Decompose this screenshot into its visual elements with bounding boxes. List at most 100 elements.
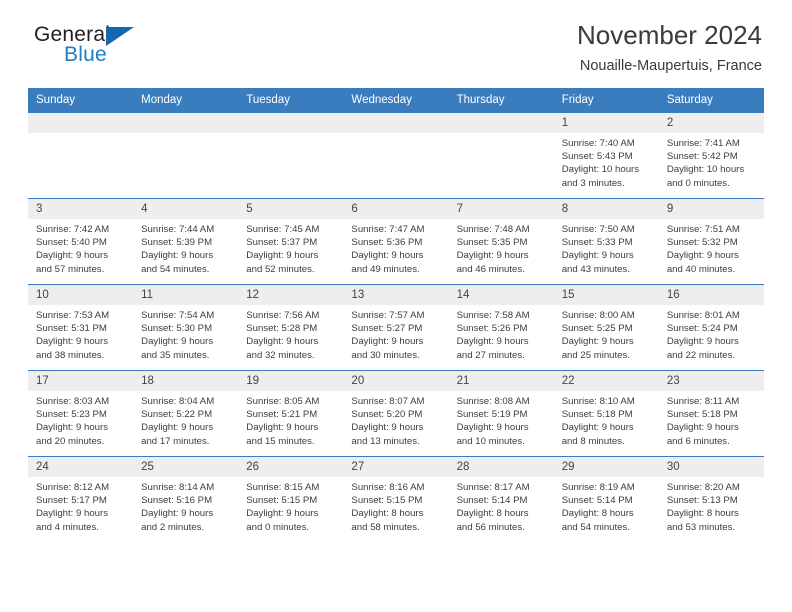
day-number — [448, 113, 554, 133]
day-number: 13 — [343, 285, 449, 305]
sunrise-text: Sunrise: 8:00 AM — [561, 310, 635, 321]
daylight-text-line1: Daylight: 9 hours — [36, 336, 108, 348]
calendar-day-cell[interactable]: 13 Sunrise: 7:57 AM Sunset: 5:27 PM Dayligh… — [343, 284, 449, 371]
day-sun-info: Sunrise: 7:47 AM Sunset: 5:36 PM Daylight:… — [343, 219, 448, 276]
sunset-text: Sunset: 5:43 PM — [561, 151, 633, 163]
calendar-day-cell[interactable]: 29 Sunrise: 8:19 AM Sunset: 5:14 PM Dayligh… — [553, 456, 659, 542]
daylight-text-line1: Daylight: 9 hours — [561, 336, 634, 348]
daylight-text-line2: and 10 minutes. — [456, 435, 525, 447]
general-blue-logo[interactable]: General Blue — [28, 22, 148, 74]
calendar-day-cell[interactable]: 22 Sunrise: 8:10 AM Sunset: 5:18 PM Dayligh… — [553, 370, 659, 457]
calendar-day-cell[interactable]: 24 Sunrise: 8:12 AM Sunset: 5:17 PM Dayligh… — [28, 456, 134, 542]
sunset-text: Sunset: 5:30 PM — [141, 323, 213, 335]
sunset-text: Sunset: 5:35 PM — [456, 237, 528, 249]
calendar-day-cell[interactable]: 20 Sunrise: 8:07 AM Sunset: 5:20 PM Dayligh… — [343, 370, 449, 457]
calendar-day-cell[interactable]: 25 Sunrise: 8:14 AM Sunset: 5:16 PM Dayligh… — [133, 456, 239, 542]
sunrise-text: Sunrise: 7:51 AM — [666, 224, 740, 235]
calendar-day-cell[interactable]: 16 Sunrise: 8:01 AM Sunset: 5:24 PM Dayligh… — [658, 284, 764, 371]
calendar-day-cell[interactable]: 5 Sunrise: 7:45 AM Sunset: 5:37 PM Daylight… — [238, 198, 344, 285]
day-sun-info: Sunrise: 8:01 AM Sunset: 5:24 PM Daylight:… — [659, 305, 764, 362]
calendar-day-cell[interactable]: 1 Sunrise: 7:40 AM Sunset: 5:43 PM Daylight… — [553, 112, 659, 199]
day-number: 9 — [658, 199, 764, 219]
sunrise-text: Sunrise: 7:53 AM — [36, 310, 110, 321]
sunrise-text: Sunrise: 8:14 AM — [141, 482, 215, 493]
calendar-day-cell[interactable]: 6 Sunrise: 7:47 AM Sunset: 5:36 PM Daylight… — [343, 198, 449, 285]
sunrise-text: Sunrise: 8:20 AM — [666, 482, 740, 493]
daylight-text-line1: Daylight: 8 hours — [351, 508, 424, 520]
day-sun-info: Sunrise: 7:48 AM Sunset: 5:35 PM Daylight:… — [449, 219, 554, 276]
calendar-day-cell[interactable]: 7 Sunrise: 7:48 AM Sunset: 5:35 PM Daylight… — [448, 198, 554, 285]
calendar-week-row: 10 Sunrise: 7:53 AM Sunset: 5:31 PM Dayligh… — [28, 284, 764, 371]
sunset-text: Sunset: 5:25 PM — [561, 323, 633, 335]
daylight-text-line1: Daylight: 10 hours — [561, 164, 640, 176]
day-sun-info: Sunrise: 8:03 AM Sunset: 5:23 PM Daylight:… — [28, 391, 133, 448]
calendar-day-cell[interactable]: 26 Sunrise: 8:15 AM Sunset: 5:15 PM Dayligh… — [238, 456, 344, 542]
sunset-text: Sunset: 5:20 PM — [351, 409, 423, 421]
sunrise-text: Sunrise: 7:45 AM — [246, 224, 320, 235]
calendar-day-cell[interactable]: 8 Sunrise: 7:50 AM Sunset: 5:33 PM Daylight… — [553, 198, 659, 285]
sunrise-text: Sunrise: 7:57 AM — [351, 310, 425, 321]
sunset-text: Sunset: 5:32 PM — [666, 237, 738, 249]
sunset-text: Sunset: 5:19 PM — [456, 409, 528, 421]
calendar-day-cell[interactable]: 18 Sunrise: 8:04 AM Sunset: 5:22 PM Dayligh… — [133, 370, 239, 457]
daylight-text-line1: Daylight: 9 hours — [351, 250, 424, 262]
daylight-text-line2: and 54 minutes. — [561, 521, 630, 533]
day-number: 26 — [238, 457, 344, 477]
weekday-header-tuesday: Tuesday — [238, 88, 344, 113]
daylight-text-line1: Daylight: 9 hours — [666, 336, 739, 348]
calendar-day-cell[interactable]: 3 Sunrise: 7:42 AM Sunset: 5:40 PM Daylight… — [28, 198, 134, 285]
day-number: 23 — [658, 371, 764, 391]
calendar-day-cell[interactable]: 2 Sunrise: 7:41 AM Sunset: 5:42 PM Daylight… — [658, 112, 764, 199]
daylight-text-line1: Daylight: 9 hours — [36, 250, 108, 262]
daylight-text-line2: and 56 minutes. — [456, 521, 525, 533]
calendar-day-cell[interactable]: 10 Sunrise: 7:53 AM Sunset: 5:31 PM Dayligh… — [28, 284, 134, 371]
daylight-text-line1: Daylight: 9 hours — [456, 250, 529, 262]
calendar-day-cell[interactable]: 4 Sunrise: 7:44 AM Sunset: 5:39 PM Daylight… — [133, 198, 239, 285]
page-title: November 2024 — [577, 20, 762, 50]
day-sun-info: Sunrise: 7:44 AM Sunset: 5:39 PM Daylight:… — [133, 219, 238, 276]
calendar-day-cell[interactable]: 12 Sunrise: 7:56 AM Sunset: 5:28 PM Dayligh… — [238, 284, 344, 371]
sunrise-text: Sunrise: 7:48 AM — [456, 224, 530, 235]
daylight-text-line1: Daylight: 8 hours — [666, 508, 739, 520]
sunrise-text: Sunrise: 8:16 AM — [351, 482, 425, 493]
calendar-day-cell[interactable]: 17 Sunrise: 8:03 AM Sunset: 5:23 PM Dayligh… — [28, 370, 134, 457]
sunset-text: Sunset: 5:36 PM — [351, 237, 423, 249]
day-sun-info: Sunrise: 7:45 AM Sunset: 5:37 PM Daylight:… — [238, 219, 343, 276]
calendar-day-cell[interactable]: 21 Sunrise: 8:08 AM Sunset: 5:19 PM Dayligh… — [448, 370, 554, 457]
calendar-day-cell-empty — [28, 112, 134, 199]
calendar-day-cell-empty — [238, 112, 344, 199]
sunrise-text: Sunrise: 8:15 AM — [246, 482, 320, 493]
daylight-text-line2: and 57 minutes. — [36, 263, 105, 275]
day-number: 4 — [133, 199, 239, 219]
day-number: 7 — [448, 199, 554, 219]
day-sun-info: Sunrise: 8:16 AM Sunset: 5:15 PM Daylight:… — [343, 477, 448, 534]
day-number: 12 — [238, 285, 344, 305]
sunrise-text: Sunrise: 7:58 AM — [456, 310, 530, 321]
calendar-day-cell[interactable]: 15 Sunrise: 8:00 AM Sunset: 5:25 PM Dayligh… — [553, 284, 659, 371]
triangle-icon — [106, 27, 134, 46]
calendar-day-cell[interactable]: 27 Sunrise: 8:16 AM Sunset: 5:15 PM Dayligh… — [343, 456, 449, 542]
weekday-header-monday: Monday — [133, 88, 239, 113]
calendar-day-cell[interactable]: 14 Sunrise: 7:58 AM Sunset: 5:26 PM Dayligh… — [448, 284, 554, 371]
daylight-text-line1: Daylight: 9 hours — [246, 336, 319, 348]
sunset-text: Sunset: 5:15 PM — [246, 495, 318, 507]
calendar-day-cell[interactable]: 19 Sunrise: 8:05 AM Sunset: 5:21 PM Dayligh… — [238, 370, 344, 457]
sunset-text: Sunset: 5:18 PM — [666, 409, 738, 421]
daylight-text-line2: and 46 minutes. — [456, 263, 525, 275]
day-number: 25 — [133, 457, 239, 477]
day-sun-info: Sunrise: 7:40 AM Sunset: 5:43 PM Daylight:… — [554, 133, 659, 190]
calendar-day-cell[interactable]: 30 Sunrise: 8:20 AM Sunset: 5:13 PM Dayligh… — [658, 456, 764, 542]
calendar-week-row: 17 Sunrise: 8:03 AM Sunset: 5:23 PM Dayligh… — [28, 370, 764, 457]
calendar-day-cell[interactable]: 28 Sunrise: 8:17 AM Sunset: 5:14 PM Dayligh… — [448, 456, 554, 542]
day-sun-info: Sunrise: 7:56 AM Sunset: 5:28 PM Daylight:… — [238, 305, 343, 362]
day-number: 29 — [553, 457, 659, 477]
daylight-text-line2: and 3 minutes. — [561, 177, 625, 189]
calendar-page: General Blue November 2024 Nouaille-Maup… — [0, 0, 792, 612]
calendar-day-cell[interactable]: 9 Sunrise: 7:51 AM Sunset: 5:32 PM Daylight… — [658, 198, 764, 285]
sunset-text: Sunset: 5:31 PM — [36, 323, 107, 335]
day-number: 10 — [28, 285, 134, 305]
daylight-text-line2: and 35 minutes. — [141, 349, 210, 361]
daylight-text-line2: and 54 minutes. — [141, 263, 210, 275]
calendar-day-cell[interactable]: 23 Sunrise: 8:11 AM Sunset: 5:18 PM Dayligh… — [658, 370, 764, 457]
calendar-day-cell[interactable]: 11 Sunrise: 7:54 AM Sunset: 5:30 PM Dayligh… — [133, 284, 239, 371]
